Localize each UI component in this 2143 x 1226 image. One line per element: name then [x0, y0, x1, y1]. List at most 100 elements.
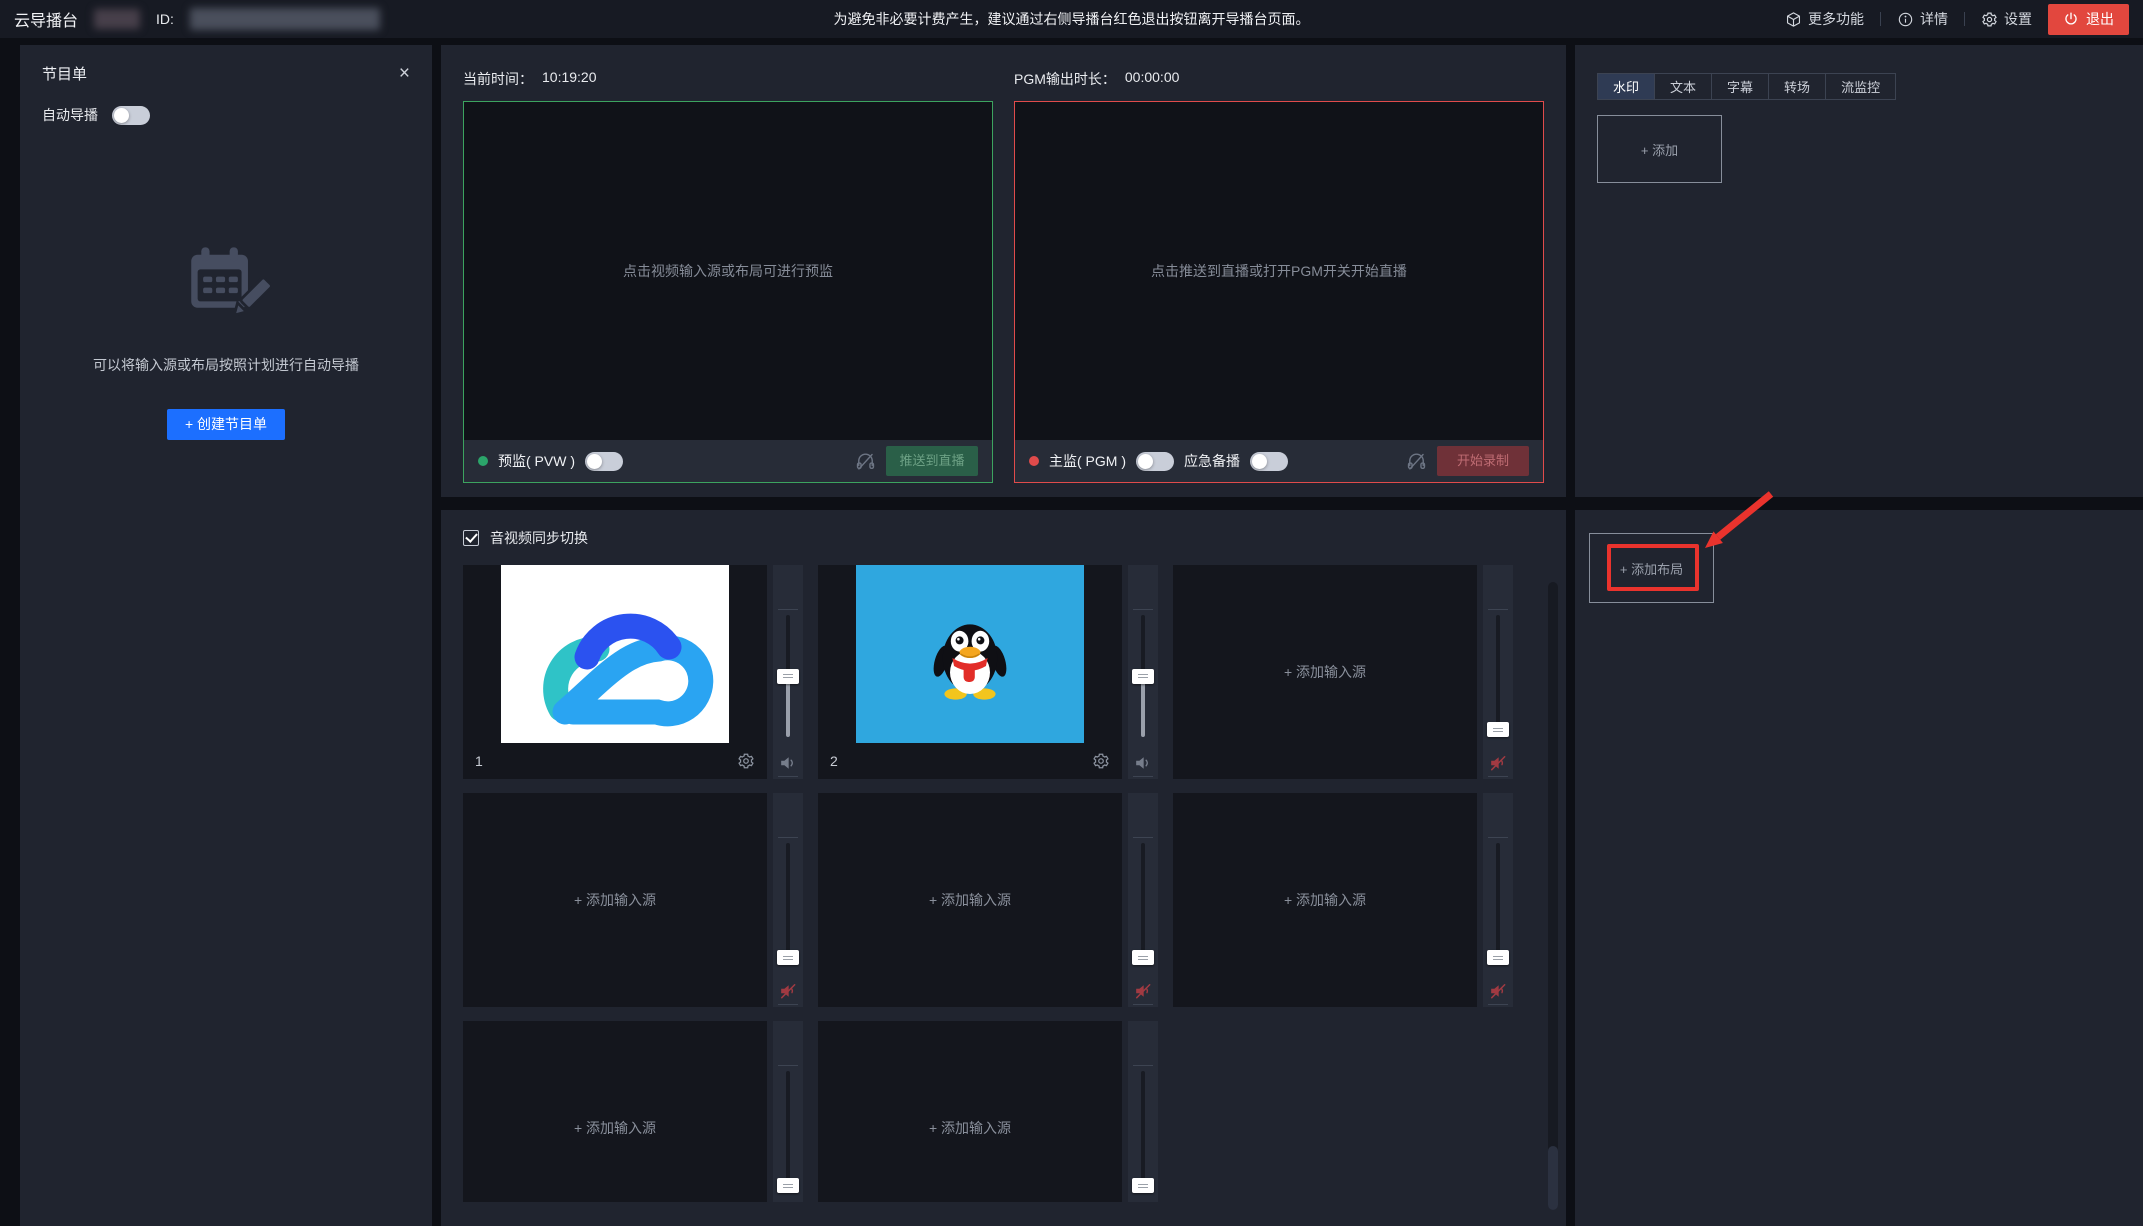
headphone-muted-icon[interactable]	[1406, 451, 1427, 472]
speaker-muted-icon[interactable]	[1133, 981, 1153, 1001]
divider	[1880, 12, 1881, 26]
create-program-button[interactable]: + 创建节目单	[166, 409, 286, 440]
volume-slider	[773, 565, 803, 779]
start-record-button[interactable]: 开始录制	[1437, 446, 1529, 476]
grid-scrollbar[interactable]	[1548, 582, 1558, 1210]
volume-track[interactable]	[777, 615, 799, 737]
pvw-label: 预监( PVW )	[498, 453, 575, 469]
cube-icon	[1785, 11, 1802, 28]
volume-handle[interactable]	[1487, 950, 1509, 965]
program-empty-state: 可以将输入源或布局按照计划进行自动导播 + 创建节目单	[20, 241, 432, 440]
tab-text[interactable]: 文本	[1654, 73, 1713, 100]
qq-penguin-logo	[933, 624, 1007, 700]
add-source-button[interactable]: + 添加输入源	[818, 1021, 1122, 1202]
backup-label: 应急备播	[1184, 453, 1240, 469]
speaker-muted-icon[interactable]	[778, 981, 798, 1001]
headphone-muted-icon[interactable]	[855, 451, 876, 472]
info-icon	[1897, 11, 1914, 28]
add-layout-button[interactable]: + 添加布局	[1589, 533, 1714, 603]
program-empty-hint: 可以将输入源或布局按照计划进行自动导播	[93, 357, 359, 373]
program-list-header: 节目单 ×	[20, 45, 432, 84]
volume-slider	[1128, 565, 1158, 779]
exit-button[interactable]: 退出	[2048, 3, 2129, 35]
pgm-video-area[interactable]: 点击推送到直播或打开PGM开关开始直播	[1015, 102, 1543, 440]
source-slot-2: 2	[818, 565, 1158, 779]
pgm-toggle[interactable]	[1136, 451, 1174, 471]
sources-grid: 1 2 + 添加输入源 + 添加输入源 + 添加输入源 + 添加输入源 + 添加…	[463, 565, 1544, 1202]
volume-track[interactable]	[1132, 615, 1154, 737]
redacted-id-value	[189, 8, 380, 30]
volume-handle[interactable]	[1132, 1178, 1154, 1193]
volume-handle[interactable]	[777, 1178, 799, 1193]
speaker-icon[interactable]	[778, 753, 798, 773]
pvw-toggle[interactable]	[585, 451, 623, 471]
volume-handle[interactable]	[1132, 950, 1154, 965]
source-cell-1[interactable]: 1	[463, 565, 767, 779]
add-source-button[interactable]: + 添加输入源	[463, 793, 767, 1007]
volume-track[interactable]	[1132, 843, 1154, 965]
add-watermark-button[interactable]: + 添加	[1597, 115, 1722, 183]
volume-track[interactable]	[1487, 615, 1509, 737]
speaker-icon[interactable]	[1133, 753, 1153, 773]
program-list-panel: 节目单 × 自动导播 可以将输入源或布局按照计划进行自动导播 + 创建节目单	[20, 45, 432, 1226]
pgm-duration-row: PGM输出时长： 00:00:00	[1014, 69, 1544, 89]
add-source-button[interactable]: + 添加输入源	[818, 793, 1122, 1007]
billing-warning: 为避免非必要计费产生，建议通过右侧导播台红色退出按钮离开导播台页面。	[833, 11, 1310, 27]
tencent-cloud-logo	[501, 565, 729, 743]
add-source-button[interactable]: + 添加输入源	[1173, 793, 1477, 1007]
auto-director-row: 自动导播	[20, 84, 432, 125]
overlay-tabs: 水印 文本 字幕 转场 流监控	[1597, 73, 2143, 100]
id-label: ID:	[156, 11, 174, 27]
tab-watermark[interactable]: 水印	[1597, 73, 1656, 100]
speaker-muted-icon[interactable]	[1488, 981, 1508, 1001]
volume-handle[interactable]	[1487, 722, 1509, 737]
source-cell-2[interactable]: 2	[818, 565, 1122, 779]
sources-grid-viewport: 1 2 + 添加输入源 + 添加输入源 + 添加输入源 + 添加输入源 + 添加…	[463, 565, 1544, 1202]
volume-track[interactable]	[1487, 843, 1509, 965]
power-icon	[2063, 11, 2079, 27]
volume-handle[interactable]	[777, 950, 799, 965]
sources-panel: 音视频同步切换 1 2 + 添加输入源 + 添加输入源 + 添加输入源 + 添加…	[441, 510, 1566, 1226]
backup-toggle[interactable]	[1250, 451, 1288, 471]
gear-icon	[1981, 11, 1998, 28]
current-time-value: 10:19:20	[542, 69, 597, 85]
layout-panel: + 添加布局	[1575, 510, 2143, 1226]
volume-handle[interactable]	[1132, 668, 1154, 684]
source-cell-bar: 2	[818, 743, 1122, 779]
add-source-button[interactable]: + 添加输入源	[463, 1021, 767, 1202]
pvw-placeholder: 点击视频输入源或布局可进行预监	[623, 263, 833, 279]
program-list-title: 节目单	[42, 66, 88, 83]
scrollbar-thumb[interactable]	[1548, 1146, 1558, 1210]
tab-stream-monitor[interactable]: 流监控	[1825, 73, 1897, 100]
divider	[1964, 12, 1965, 26]
push-to-live-button[interactable]: 推送到直播	[886, 446, 978, 476]
current-time-label: 当前时间：	[463, 71, 533, 87]
current-time-row: 当前时间： 10:19:20	[463, 69, 993, 89]
add-source-button[interactable]: + 添加输入源	[1173, 565, 1477, 779]
pvw-video-area[interactable]: 点击视频输入源或布局可进行预监	[464, 102, 992, 440]
overlay-panel: 水印 文本 字幕 转场 流监控 + 添加	[1575, 45, 2143, 497]
topbar-left: 云导播台 ID:	[14, 7, 380, 31]
tab-subtitle[interactable]: 字幕	[1711, 73, 1770, 100]
volume-track[interactable]	[777, 843, 799, 965]
volume-slider	[1483, 565, 1513, 779]
gear-icon[interactable]	[1092, 752, 1110, 770]
monitor-panel: 当前时间： 10:19:20 点击视频输入源或布局可进行预监 预监( PVW )…	[441, 45, 1566, 497]
volume-track[interactable]	[777, 1071, 799, 1193]
volume-handle[interactable]	[777, 668, 799, 684]
source-slot-4: + 添加输入源	[463, 793, 803, 1007]
speaker-muted-icon[interactable]	[1488, 753, 1508, 773]
volume-slider	[773, 1021, 803, 1202]
pgm-duration-value: 00:00:00	[1124, 69, 1180, 85]
more-features-button[interactable]: 更多功能	[1785, 9, 1864, 29]
pgm-label: 主监( PGM )	[1049, 453, 1126, 469]
close-icon[interactable]: ×	[399, 64, 410, 83]
tab-transition[interactable]: 转场	[1768, 73, 1827, 100]
settings-button[interactable]: 设置	[1981, 9, 2032, 29]
pvw-status-dot	[478, 456, 488, 466]
auto-director-toggle[interactable]	[112, 105, 150, 125]
details-button[interactable]: 详情	[1897, 9, 1948, 29]
av-sync-checkbox[interactable]	[463, 530, 479, 546]
volume-track[interactable]	[1132, 1071, 1154, 1193]
gear-icon[interactable]	[737, 752, 755, 770]
